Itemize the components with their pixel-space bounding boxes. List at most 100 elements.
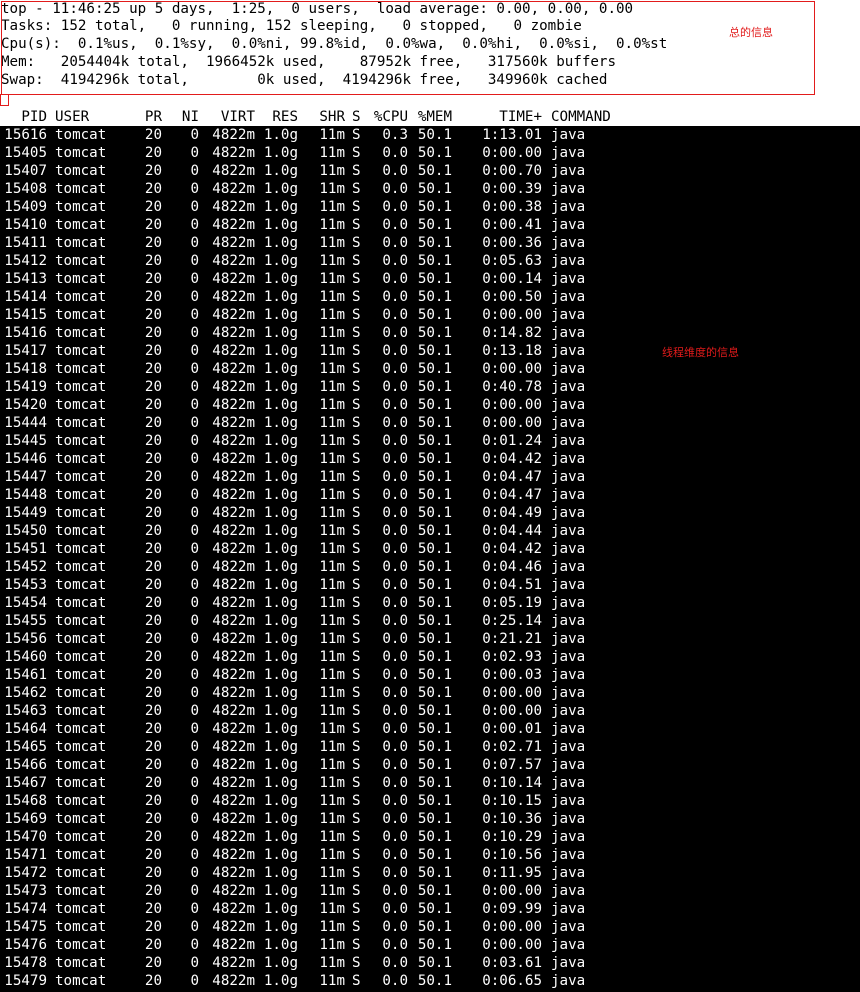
table-row[interactable]: 15616 tomcat 20 0 4822m 1.0g 11m S 0.3 50.1 1:13.0… xyxy=(0,126,860,144)
table-row[interactable]: 15446 tomcat 20 0 4822m 1.0g 11m S 0.0 50.1 0:04.4… xyxy=(0,450,860,468)
table-row[interactable]: 15460 tomcat 20 0 4822m 1.0g 11m S 0.0 50.1 0:02.9… xyxy=(0,648,860,666)
cell-cpu: 0.0 xyxy=(382,829,408,845)
cell-pid: 15414 xyxy=(4,289,47,305)
table-row[interactable]: 15467 tomcat 20 0 4822m 1.0g 11m S 0.0 50.1 0:10.1… xyxy=(0,774,860,792)
cell-pid: 15409 xyxy=(4,199,47,215)
cell-ni: 0 xyxy=(190,307,199,323)
column-header-command: COMMAND xyxy=(551,109,611,125)
table-row[interactable]: 15451 tomcat 20 0 4822m 1.0g 11m S 0.0 50.1 0:04.4… xyxy=(0,540,860,558)
cell-res: 1.0g xyxy=(263,649,298,665)
table-row[interactable]: 15474 tomcat 20 0 4822m 1.0g 11m S 0.0 50.1 0:09.9… xyxy=(0,900,860,918)
table-row[interactable]: 15463 tomcat 20 0 4822m 1.0g 11m S 0.0 50.1 0:00.0… xyxy=(0,702,860,720)
cell-pid: 15444 xyxy=(4,415,47,431)
cell-user: tomcat xyxy=(55,379,107,395)
cell-time: 0:04.51 xyxy=(482,577,542,593)
cell-time: 0:05.19 xyxy=(482,595,542,611)
cell-user: tomcat xyxy=(55,325,107,341)
cell-mem: 50.1 xyxy=(417,883,452,899)
table-row[interactable]: 15476 tomcat 20 0 4822m 1.0g 11m S 0.0 50.1 0:00.0… xyxy=(0,936,860,954)
cell-command: java xyxy=(551,343,586,359)
table-row[interactable]: 15454 tomcat 20 0 4822m 1.0g 11m S 0.0 50.1 0:05.1… xyxy=(0,594,860,612)
cell-state: S xyxy=(352,181,361,197)
table-row[interactable]: 15409 tomcat 20 0 4822m 1.0g 11m S 0.0 50.1 0:00.3… xyxy=(0,198,860,216)
table-row[interactable]: 15455 tomcat 20 0 4822m 1.0g 11m S 0.0 50.1 0:25.1… xyxy=(0,612,860,630)
cell-shr: 11m xyxy=(319,577,345,593)
cell-shr: 11m xyxy=(319,595,345,611)
table-row[interactable]: 15450 tomcat 20 0 4822m 1.0g 11m S 0.0 50.1 0:04.4… xyxy=(0,522,860,540)
table-row[interactable]: 15470 tomcat 20 0 4822m 1.0g 11m S 0.0 50.1 0:10.2… xyxy=(0,828,860,846)
cell-shr: 11m xyxy=(319,901,345,917)
table-row[interactable]: 15420 tomcat 20 0 4822m 1.0g 11m S 0.0 50.1 0:00.0… xyxy=(0,396,860,414)
cell-time: 0:40.78 xyxy=(482,379,542,395)
table-row[interactable]: 15472 tomcat 20 0 4822m 1.0g 11m S 0.0 50.1 0:11.9… xyxy=(0,864,860,882)
table-row[interactable]: 15469 tomcat 20 0 4822m 1.0g 11m S 0.0 50.1 0:10.3… xyxy=(0,810,860,828)
table-row[interactable]: 15415 tomcat 20 0 4822m 1.0g 11m S 0.0 50.1 0:00.0… xyxy=(0,306,860,324)
cell-pr: 20 xyxy=(144,559,162,575)
cell-shr: 11m xyxy=(319,379,345,395)
table-row[interactable]: 15418 tomcat 20 0 4822m 1.0g 11m S 0.0 50.1 0:00.0… xyxy=(0,360,860,378)
table-row[interactable]: 15465 tomcat 20 0 4822m 1.0g 11m S 0.0 50.1 0:02.7… xyxy=(0,738,860,756)
table-row[interactable]: 15473 tomcat 20 0 4822m 1.0g 11m S 0.0 50.1 0:00.0… xyxy=(0,882,860,900)
cell-res: 1.0g xyxy=(263,829,298,845)
table-row[interactable]: 15408 tomcat 20 0 4822m 1.0g 11m S 0.0 50.1 0:00.3… xyxy=(0,180,860,198)
table-row[interactable]: 15410 tomcat 20 0 4822m 1.0g 11m S 0.0 50.1 0:00.4… xyxy=(0,216,860,234)
cell-ni: 0 xyxy=(190,955,199,971)
table-row[interactable]: 15447 tomcat 20 0 4822m 1.0g 11m S 0.0 50.1 0:04.4… xyxy=(0,468,860,486)
cell-state: S xyxy=(352,739,361,755)
table-row[interactable]: 15416 tomcat 20 0 4822m 1.0g 11m S 0.0 50.1 0:14.8… xyxy=(0,324,860,342)
cell-command: java xyxy=(551,127,586,143)
cell-state: S xyxy=(352,127,361,143)
cell-time: 0:00.00 xyxy=(482,919,542,935)
table-row[interactable]: 15464 tomcat 20 0 4822m 1.0g 11m S 0.0 50.1 0:00.0… xyxy=(0,720,860,738)
table-row[interactable]: 15419 tomcat 20 0 4822m 1.0g 11m S 0.0 50.1 0:40.7… xyxy=(0,378,860,396)
cell-mem: 50.1 xyxy=(417,973,452,989)
table-row[interactable]: 15471 tomcat 20 0 4822m 1.0g 11m S 0.0 50.1 0:10.5… xyxy=(0,846,860,864)
cell-pid: 15472 xyxy=(4,865,47,881)
cell-mem: 50.1 xyxy=(417,721,452,737)
table-row[interactable]: 15412 tomcat 20 0 4822m 1.0g 11m S 0.0 50.1 0:05.6… xyxy=(0,252,860,270)
cell-cpu: 0.0 xyxy=(382,325,408,341)
table-row[interactable]: 15411 tomcat 20 0 4822m 1.0g 11m S 0.0 50.1 0:00.3… xyxy=(0,234,860,252)
table-row[interactable]: 15452 tomcat 20 0 4822m 1.0g 11m S 0.0 50.1 0:04.4… xyxy=(0,558,860,576)
table-row[interactable]: 15449 tomcat 20 0 4822m 1.0g 11m S 0.0 50.1 0:04.4… xyxy=(0,504,860,522)
cell-mem: 50.1 xyxy=(417,523,452,539)
cell-pid: 15411 xyxy=(4,235,47,251)
cell-res: 1.0g xyxy=(263,451,298,467)
cell-time: 0:05.63 xyxy=(482,253,542,269)
cell-state: S xyxy=(352,577,361,593)
cell-user: tomcat xyxy=(55,415,107,431)
table-row[interactable]: 15417 tomcat 20 0 4822m 1.0g 11m S 0.0 50.1 0:13.1… xyxy=(0,342,860,360)
table-row[interactable]: 15453 tomcat 20 0 4822m 1.0g 11m S 0.0 50.1 0:04.5… xyxy=(0,576,860,594)
table-row[interactable]: 15448 tomcat 20 0 4822m 1.0g 11m S 0.0 50.1 0:04.4… xyxy=(0,486,860,504)
cell-virt: 4822m xyxy=(212,181,255,197)
cell-time: 0:10.36 xyxy=(482,811,542,827)
table-row[interactable]: 15461 tomcat 20 0 4822m 1.0g 11m S 0.0 50.1 0:00.0… xyxy=(0,666,860,684)
cell-cpu: 0.0 xyxy=(382,181,408,197)
cell-virt: 4822m xyxy=(212,271,255,287)
table-row[interactable]: 15405 tomcat 20 0 4822m 1.0g 11m S 0.0 50.1 0:00.0… xyxy=(0,144,860,162)
table-row[interactable]: 15456 tomcat 20 0 4822m 1.0g 11m S 0.0 50.1 0:21.2… xyxy=(0,630,860,648)
cell-cpu: 0.0 xyxy=(382,145,408,161)
table-row[interactable]: 15466 tomcat 20 0 4822m 1.0g 11m S 0.0 50.1 0:07.5… xyxy=(0,756,860,774)
cell-virt: 4822m xyxy=(212,757,255,773)
table-row[interactable]: 15413 tomcat 20 0 4822m 1.0g 11m S 0.0 50.1 0:00.1… xyxy=(0,270,860,288)
cell-shr: 11m xyxy=(319,883,345,899)
cell-cpu: 0.0 xyxy=(382,343,408,359)
table-row[interactable]: 15445 tomcat 20 0 4822m 1.0g 11m S 0.0 50.1 0:01.2… xyxy=(0,432,860,450)
cell-virt: 4822m xyxy=(212,163,255,179)
cell-ni: 0 xyxy=(190,829,199,845)
cell-mem: 50.1 xyxy=(417,937,452,953)
table-row[interactable]: 15475 tomcat 20 0 4822m 1.0g 11m S 0.0 50.1 0:00.0… xyxy=(0,918,860,936)
table-row[interactable]: 15462 tomcat 20 0 4822m 1.0g 11m S 0.0 50.1 0:00.0… xyxy=(0,684,860,702)
table-row[interactable]: 15468 tomcat 20 0 4822m 1.0g 11m S 0.0 50.1 0:10.1… xyxy=(0,792,860,810)
cell-res: 1.0g xyxy=(263,325,298,341)
cell-cpu: 0.0 xyxy=(382,379,408,395)
cell-shr: 11m xyxy=(319,937,345,953)
table-row[interactable]: 15479 tomcat 20 0 4822m 1.0g 11m S 0.0 50.1 0:06.6… xyxy=(0,972,860,990)
table-row[interactable]: 15414 tomcat 20 0 4822m 1.0g 11m S 0.0 50.1 0:00.5… xyxy=(0,288,860,306)
cell-pid: 15450 xyxy=(4,523,47,539)
table-row[interactable]: 15407 tomcat 20 0 4822m 1.0g 11m S 0.0 50.1 0:00.7… xyxy=(0,162,860,180)
table-row[interactable]: 15478 tomcat 20 0 4822m 1.0g 11m S 0.0 50.1 0:03.6… xyxy=(0,954,860,972)
cell-pr: 20 xyxy=(144,955,162,971)
table-row[interactable]: 15444 tomcat 20 0 4822m 1.0g 11m S 0.0 50.1 0:00.0… xyxy=(0,414,860,432)
